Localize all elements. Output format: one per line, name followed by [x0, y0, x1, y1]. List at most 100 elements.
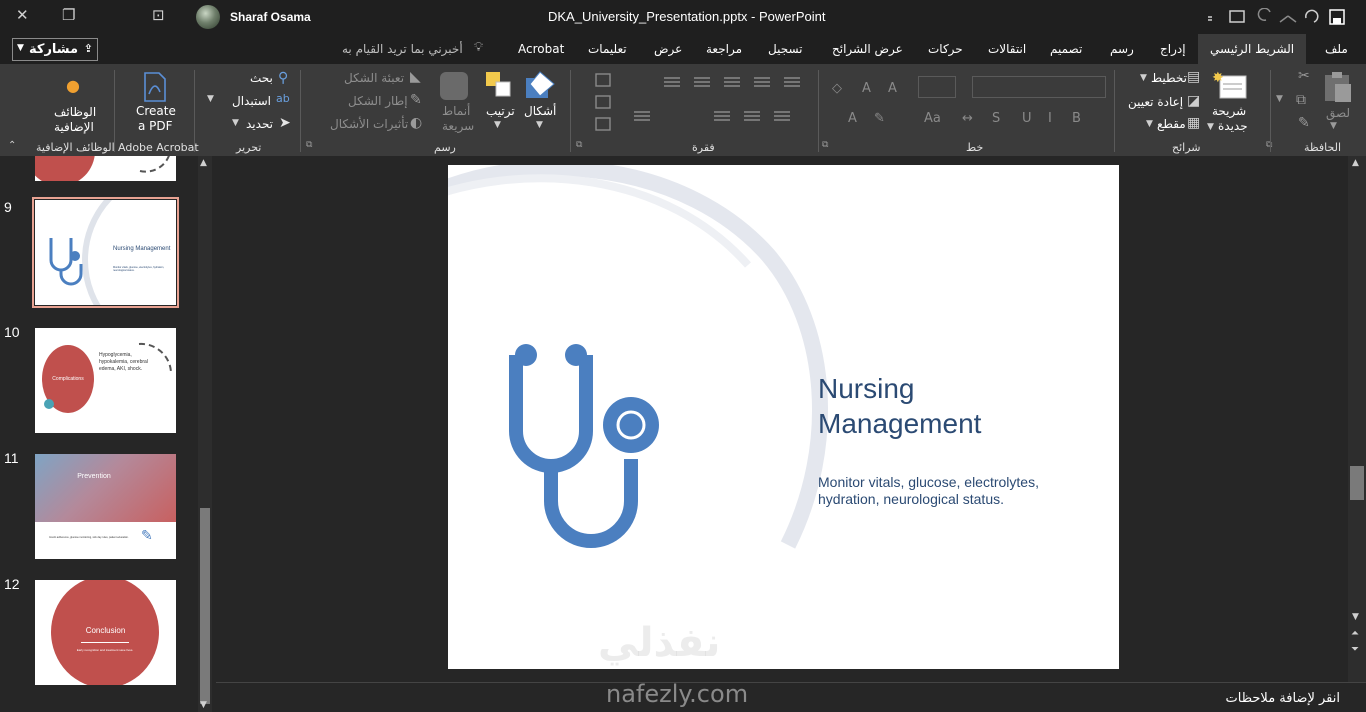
chevron-down-icon[interactable]: ▼	[207, 94, 214, 104]
previous-slide-icon[interactable]: ⏶	[1351, 628, 1359, 639]
tab-file[interactable]: ملف	[1325, 42, 1348, 56]
line-spacing-icon[interactable]	[664, 77, 680, 87]
quick-styles-line1[interactable]: أنماط	[442, 104, 470, 118]
notes-pane[interactable]: انقر لإضافة ملاحظات	[216, 682, 1366, 712]
underline-icon[interactable]: U	[1022, 111, 1032, 126]
group-label-paragraph: فقرة	[692, 141, 715, 154]
char-spacing-icon[interactable]: ↔	[962, 111, 973, 126]
bold-icon[interactable]: B	[1072, 111, 1081, 126]
save-icon[interactable]	[1329, 9, 1345, 25]
quick-styles-line2[interactable]: سريعة	[442, 119, 474, 133]
tab-slideshow[interactable]: عرض الشرائح	[832, 42, 903, 56]
align-text-icon[interactable]	[595, 95, 611, 109]
dialog-launcher-icon[interactable]: ⧉	[306, 140, 312, 150]
slide-thumbnail-9[interactable]: Nursing Management Monitor vitals, gluco…	[32, 197, 179, 308]
tab-review[interactable]: مراجعة	[706, 42, 742, 56]
slide-body-text[interactable]: Monitor vitals, glucose, electrolytes, h…	[818, 474, 1078, 508]
clear-formatting-icon[interactable]: ◇	[832, 81, 842, 96]
align-left-icon[interactable]	[774, 111, 790, 121]
create-pdf-line1[interactable]: Create	[136, 104, 176, 118]
undo-icon[interactable]	[1279, 15, 1297, 23]
tab-help[interactable]: تعليمات	[588, 42, 627, 56]
collapse-ribbon-icon[interactable]: ⌃	[8, 140, 16, 151]
arrange-button[interactable]: ترتيب	[486, 104, 515, 118]
thumbnails-scrollbar-thumb[interactable]	[200, 508, 210, 704]
tell-me-input[interactable]: أخبرني بما تريد القيام به	[342, 42, 463, 56]
format-painter-icon[interactable]: ✎	[1298, 115, 1310, 131]
repeat-icon[interactable]	[1305, 9, 1319, 23]
slide-thumbnail-8[interactable]	[35, 156, 176, 181]
create-pdf-line2[interactable]: a PDF	[138, 119, 173, 133]
cursor-icon: ➤	[279, 115, 291, 131]
bullets-icon[interactable]	[784, 77, 800, 87]
change-case-icon[interactable]: Aa	[924, 111, 941, 126]
tab-draw[interactable]: رسم	[1110, 42, 1134, 56]
shapes-button[interactable]: أشكال	[524, 104, 556, 118]
tab-view[interactable]: عرض	[654, 42, 682, 56]
smartart-icon[interactable]	[595, 117, 611, 131]
indent-icon[interactable]	[694, 77, 710, 87]
replace-button[interactable]: استبدال	[232, 94, 271, 108]
slide-thumbnail-12[interactable]: Conclusion Early recognition and treatme…	[35, 580, 176, 685]
paste-button[interactable]: لصق	[1326, 106, 1350, 120]
italic-icon[interactable]: I	[1048, 111, 1052, 126]
slide-thumbnail-11[interactable]: Prevention Insulin adherence, glucose mo…	[35, 454, 176, 559]
restore-icon[interactable]: ❐	[62, 6, 75, 24]
redo-icon[interactable]	[1257, 8, 1271, 21]
font-color-icon[interactable]: A	[848, 111, 857, 126]
numbering-icon[interactable]	[754, 77, 770, 87]
outdent-icon[interactable]	[724, 77, 740, 87]
layout-button[interactable]: تخطيط	[1151, 71, 1187, 85]
section-button[interactable]: مقطع	[1157, 117, 1186, 131]
shape-effects-button[interactable]: تأثيرات الأشكال	[330, 117, 408, 131]
next-slide-icon[interactable]: ⏷	[1351, 644, 1359, 655]
tab-acrobat[interactable]: Acrobat	[518, 42, 564, 56]
shape-outline-button[interactable]: إطار الشكل	[348, 94, 408, 108]
shape-fill-button[interactable]: تعبئة الشكل	[344, 71, 404, 85]
cut-icon[interactable]: ✂	[1298, 68, 1310, 84]
dialog-launcher-icon[interactable]: ⧉	[576, 140, 582, 150]
select-button[interactable]: تحديد	[246, 117, 273, 131]
align-right-icon[interactable]	[714, 111, 730, 121]
user-name[interactable]: Sharaf Osama	[230, 10, 311, 24]
text-direction-icon[interactable]	[595, 73, 611, 87]
dialog-launcher-icon[interactable]: ⧉	[822, 140, 828, 150]
tab-animations[interactable]: حركات	[928, 42, 963, 56]
current-slide[interactable]: Nursing Management Monitor vitals, gluco…	[448, 165, 1119, 669]
find-button[interactable]: بحث	[250, 71, 273, 85]
tab-record[interactable]: تسجيل	[768, 42, 803, 56]
new-slide-line2[interactable]: جديدة	[1218, 119, 1248, 133]
share-button[interactable]: ▼ مشاركة ⇪	[12, 38, 98, 61]
align-center-icon[interactable]	[744, 111, 760, 121]
scroll-up-icon[interactable]: ▲	[200, 158, 207, 168]
ribbon-display-icon[interactable]: ⊡	[152, 6, 165, 24]
tab-transitions[interactable]: انتقالات	[988, 42, 1026, 56]
tab-insert[interactable]: إدراج	[1160, 42, 1186, 56]
slide-scrollbar-thumb[interactable]	[1350, 466, 1364, 500]
reset-button[interactable]: إعادة تعيين	[1128, 95, 1183, 109]
chevron-down-icon: ▼	[494, 120, 501, 130]
addins-button-line1[interactable]: الوظائف	[54, 105, 96, 119]
decrease-font-icon[interactable]: A	[888, 81, 897, 96]
increase-font-icon[interactable]: A	[862, 81, 871, 96]
avatar[interactable]	[196, 5, 220, 29]
new-slide-line1[interactable]: شريحة	[1212, 104, 1246, 118]
scroll-down-icon[interactable]: ▼	[200, 700, 207, 710]
slide-scrollbar[interactable]: ▲ ▼ ⏶ ⏷	[1348, 156, 1366, 682]
scroll-up-icon[interactable]: ▲	[1352, 158, 1359, 168]
customize-qat-icon[interactable]	[1208, 16, 1212, 21]
slide-number: 11	[4, 450, 19, 466]
shadow-icon[interactable]: S	[992, 111, 1000, 126]
highlight-icon[interactable]: ✎	[874, 111, 885, 126]
copy-icon[interactable]: ⧉	[1296, 92, 1306, 108]
addins-button-line2[interactable]: الإضافية	[54, 120, 94, 134]
justify-icon[interactable]	[634, 111, 650, 121]
slide-title[interactable]: Nursing Management	[818, 371, 1078, 441]
slide-thumbnail-10[interactable]: Complications Hypoglycemia, hypokalemia,…	[35, 328, 176, 433]
close-icon[interactable]: ✕	[16, 6, 29, 24]
chevron-down-icon: ▼	[536, 120, 543, 130]
scroll-down-icon[interactable]: ▼	[1352, 612, 1359, 622]
present-from-start-icon[interactable]	[1229, 10, 1245, 23]
tab-home[interactable]: الشريط الرئيسي	[1198, 34, 1307, 64]
tab-design[interactable]: تصميم	[1050, 42, 1082, 56]
